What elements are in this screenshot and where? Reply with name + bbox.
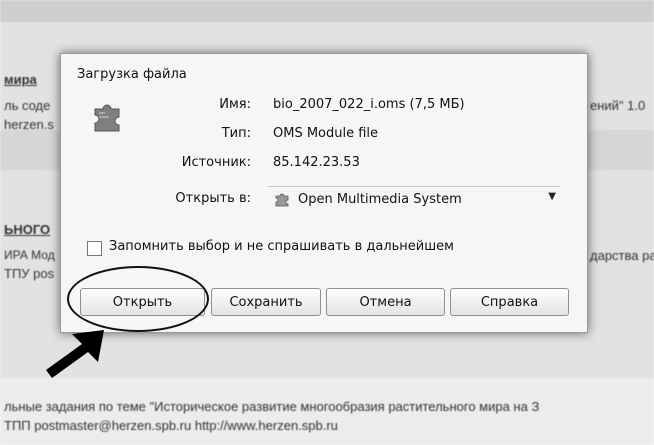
help-button[interactable]: Справка (450, 288, 569, 316)
bg-text: ТПУ pos (4, 266, 55, 281)
pointer-arrow-icon (46, 330, 104, 378)
open-with-select[interactable]: Open Multimedia System ▼ (268, 186, 560, 211)
open-with-value: Open Multimedia System (298, 192, 462, 207)
highlight-ellipse (67, 266, 209, 332)
type-label: Тип: (221, 126, 251, 141)
bg-text: ИРА Мод (4, 248, 55, 262)
application-icon (275, 193, 289, 207)
cancel-button[interactable]: Отмена (326, 288, 445, 316)
remember-choice-checkbox[interactable] (87, 241, 102, 256)
bg-band (0, 0, 654, 22)
bg-text: ль соде (4, 98, 51, 113)
source-label: Источник: (181, 155, 251, 170)
file-type-value: OMS Module file (273, 126, 379, 141)
name-label: Имя: (219, 97, 251, 112)
dialog-title: Загрузка файла (77, 67, 187, 82)
open-with-label: Открыть в: (175, 191, 251, 206)
dropdown-arrow-icon[interactable]: ▼ (548, 191, 556, 202)
bg-text: мира (4, 72, 37, 87)
remember-choice-label[interactable]: Запомнить выбор и не спрашивать в дальне… (109, 239, 454, 254)
bg-text: ЬНОГО (4, 222, 51, 237)
file-name-value: bio_2007_022_i.oms (7,5 МБ) (273, 97, 465, 112)
source-value: 85.142.23.53 (273, 155, 360, 170)
puzzle-piece-icon (94, 104, 120, 132)
bg-text: ТПП postmaster@herzen.spb.ru http://www.… (4, 418, 338, 433)
bg-text: herzen.s (4, 117, 54, 132)
bg-text: дарства ра (590, 248, 654, 263)
bg-text: ений" 1.0 (590, 98, 646, 113)
bg-text: льные задания по теме "Историческое разв… (4, 399, 540, 414)
save-button[interactable]: Сохранить (211, 288, 321, 316)
